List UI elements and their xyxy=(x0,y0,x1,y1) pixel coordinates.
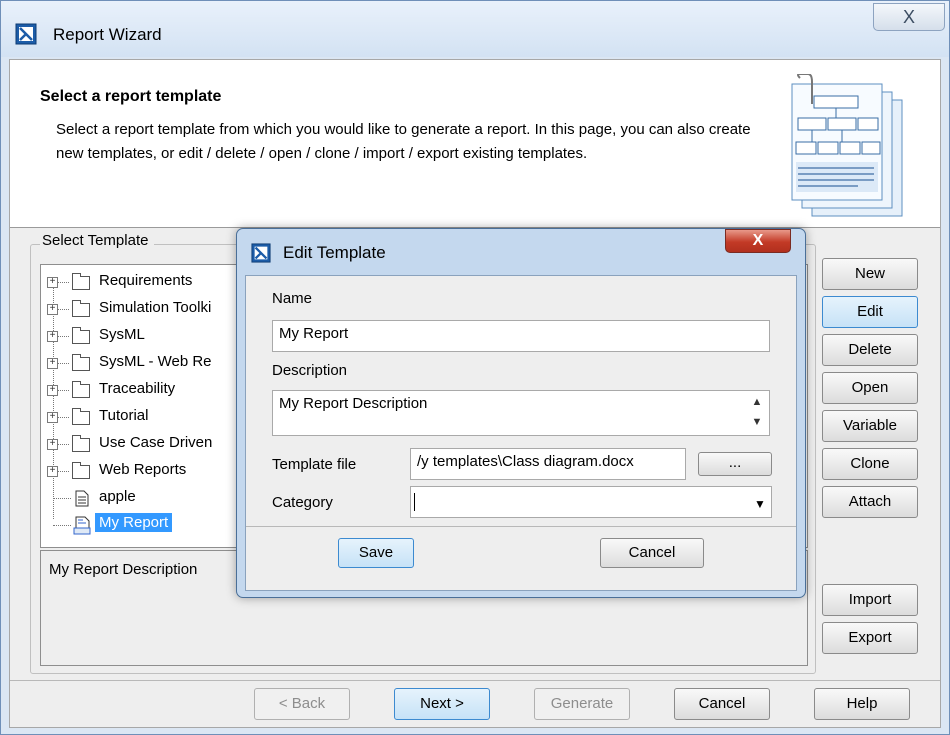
report-documents-icon xyxy=(791,74,903,217)
tree-item-label: Web Reports xyxy=(99,461,187,478)
folder-icon xyxy=(72,273,90,290)
cancel-button[interactable]: Cancel xyxy=(674,688,770,720)
next-button[interactable]: Next > xyxy=(394,688,490,720)
folder-icon xyxy=(72,381,90,398)
new-button[interactable]: New xyxy=(822,258,918,290)
dialog-separator xyxy=(246,526,796,527)
variable-button[interactable]: Variable xyxy=(822,410,918,442)
edit-template-dialog: Edit Template X Name My Report Descripti… xyxy=(236,228,806,598)
template-description: My Report Description xyxy=(49,561,198,578)
tree-item-label: Tutorial xyxy=(99,407,149,424)
tree-item-tutorial[interactable]: + Tutorial xyxy=(41,405,241,431)
tree-item-label: apple xyxy=(99,488,136,505)
folder-icon xyxy=(72,354,90,371)
folder-icon xyxy=(72,462,90,479)
clone-button[interactable]: Clone xyxy=(822,448,918,480)
tree-item-web-reports[interactable]: + Web Reports xyxy=(41,459,241,485)
attach-button[interactable]: Attach xyxy=(822,486,918,518)
tree-item-simulation-toolkit[interactable]: + Simulation Toolki xyxy=(41,297,241,323)
close-button[interactable]: X xyxy=(873,3,945,31)
delete-button[interactable]: Delete xyxy=(822,334,918,366)
select-template-legend: Select Template xyxy=(40,232,155,249)
close-icon: X xyxy=(752,232,764,249)
chevron-down-icon[interactable]: ▼ xyxy=(754,497,766,511)
page-title: Select a report template xyxy=(40,88,222,105)
template-file-field[interactable]: /y templates\Class diagram.docx xyxy=(410,448,686,480)
dialog-title: Edit Template xyxy=(283,243,386,262)
page-description: Select a report template from which you … xyxy=(56,121,751,162)
save-button[interactable]: Save xyxy=(338,538,414,568)
tree-item-my-report[interactable]: My Report xyxy=(41,513,241,539)
title-bar[interactable]: Report Wizard X xyxy=(1,1,949,57)
browse-button[interactable]: ... xyxy=(698,452,772,476)
open-button[interactable]: Open xyxy=(822,372,918,404)
name-label: Name xyxy=(272,290,313,307)
report-wizard-icon xyxy=(15,23,37,45)
import-button[interactable]: Import xyxy=(822,584,918,616)
tree-item-use-case-driven[interactable]: + Use Case Driven xyxy=(41,432,241,458)
folder-icon xyxy=(72,435,90,452)
folder-icon xyxy=(72,327,90,344)
wizard-header: Select a report template Select a report… xyxy=(10,60,940,228)
folder-icon xyxy=(72,408,90,425)
dialog-cancel-button[interactable]: Cancel xyxy=(600,538,704,568)
tree-item-label: Use Case Driven xyxy=(99,434,213,451)
document-icon xyxy=(75,490,89,507)
edit-button[interactable]: Edit xyxy=(822,296,918,328)
report-template-icon xyxy=(73,516,91,535)
description-field[interactable]: My Report Description xyxy=(272,390,770,436)
description-label: Description xyxy=(272,362,348,379)
window-title: Report Wizard xyxy=(53,25,162,44)
tree-item-label: Requirements xyxy=(99,272,193,289)
export-button[interactable]: Export xyxy=(822,622,918,654)
tree-item-requirements[interactable]: + Requirements xyxy=(41,270,241,296)
tree-item-sysml[interactable]: + SysML xyxy=(41,324,241,350)
tree-item-label: Traceability xyxy=(99,380,176,397)
close-icon: X xyxy=(902,7,915,27)
back-button[interactable]: < Back xyxy=(254,688,350,720)
scroll-up-icon[interactable]: ▲ xyxy=(748,396,766,412)
tree-item-label: SysML xyxy=(99,326,145,343)
tree-item-sysml-web-reports[interactable]: + SysML - Web Re xyxy=(41,351,241,377)
generate-button[interactable]: Generate xyxy=(534,688,630,720)
tree-item-traceability[interactable]: + Traceability xyxy=(41,378,241,404)
tree-item-apple[interactable]: apple xyxy=(41,486,241,512)
text-caret xyxy=(414,493,415,511)
folder-icon xyxy=(72,300,90,317)
description-value: My Report Description xyxy=(279,395,428,412)
name-field[interactable]: My Report xyxy=(272,320,770,352)
tree-item-label: My Report xyxy=(95,513,173,532)
tree-item-label: Simulation Toolki xyxy=(99,299,212,316)
category-label: Category xyxy=(272,494,333,511)
template-file-label: Template file xyxy=(272,456,357,473)
dialog-close-button[interactable]: X xyxy=(725,229,791,253)
dialog-body: Name My Report Description My Report Des… xyxy=(245,275,797,591)
category-select[interactable] xyxy=(410,486,772,518)
scroll-down-icon[interactable]: ▼ xyxy=(748,416,766,432)
help-button[interactable]: Help xyxy=(814,688,910,720)
tree-item-label: SysML - Web Re xyxy=(99,353,212,370)
edit-template-icon xyxy=(251,243,271,263)
